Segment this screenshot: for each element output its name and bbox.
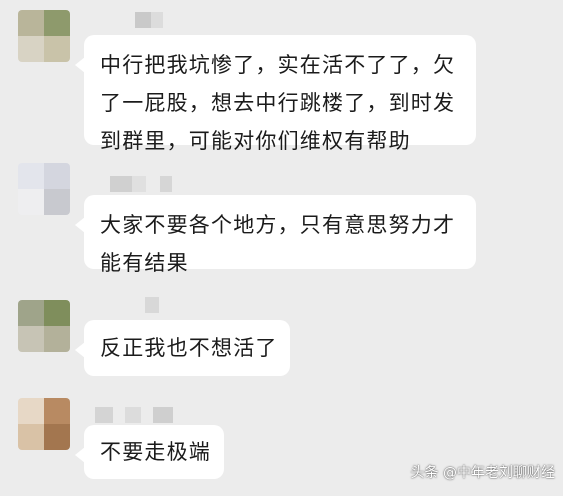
message-text-line: 了一屁股，想去中行跳楼了，到时发 [100, 91, 456, 115]
message-text-line: 到群里，可能对你们维权有帮助 [100, 129, 411, 153]
message-bubble[interactable]: 反正我也不想活了 [75, 320, 290, 376]
avatar[interactable] [18, 10, 70, 62]
message-text-line: 不要走极端 [100, 440, 211, 464]
message-text-line: 大家不要各个地方，只有意思努力才 [100, 213, 456, 237]
avatar[interactable] [18, 398, 70, 450]
avatar[interactable] [18, 300, 70, 352]
chat-screenshot: 中行把我坑惨了，实在活不了了，欠 了一屁股，想去中行跳楼了，到时发 到群里，可能… [0, 0, 563, 496]
message-text-line: 中行把我坑惨了，实在活不了了，欠 [100, 53, 456, 77]
message-bubble[interactable]: 中行把我坑惨了，实在活不了了，欠 了一屁股，想去中行跳楼了，到时发 到群里，可能… [75, 35, 476, 153]
message-text-line: 反正我也不想活了 [100, 336, 278, 360]
message-bubble[interactable]: 不要走极端 [75, 425, 224, 479]
watermark: 头条 @中年老刘聊财经 [410, 465, 555, 481]
avatar[interactable] [18, 163, 70, 215]
message-bubble[interactable]: 大家不要各个地方，只有意思努力才 能有结果 [75, 195, 476, 275]
message-text-line: 能有结果 [100, 251, 189, 275]
